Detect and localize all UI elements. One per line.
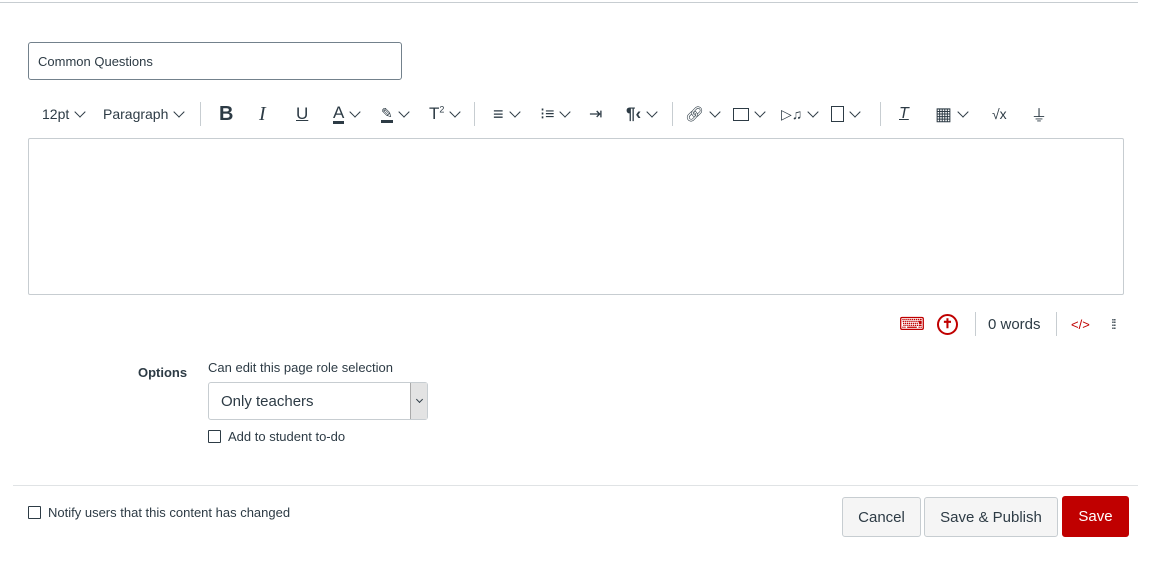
chevron-down-icon xyxy=(849,105,861,118)
accessibility-checker-button[interactable]: ✝ xyxy=(937,312,958,336)
save-publish-button[interactable]: Save & Publish xyxy=(924,497,1058,537)
align-button[interactable]: ≡ xyxy=(493,100,521,128)
text-direction-icon: ¶‹ xyxy=(626,104,642,123)
align-icon: ≡ xyxy=(493,103,504,124)
chevron-down-icon xyxy=(508,105,521,118)
table-icon: ▦ xyxy=(935,103,953,124)
highlight-icon: ✎ xyxy=(381,104,393,123)
page-title-input[interactable] xyxy=(28,42,402,80)
media-icon: ▷♫ xyxy=(781,105,803,122)
block-format-value: Paragraph xyxy=(103,106,169,122)
toolbar-separator xyxy=(200,102,201,126)
options-label: Options xyxy=(138,365,188,380)
table-button[interactable]: ▦ xyxy=(935,100,969,128)
word-count: 0 words xyxy=(988,315,1041,333)
accessibility-icon: ✝ xyxy=(937,313,958,335)
equation-icon[interactable]: √x xyxy=(992,100,1007,128)
font-size-dropdown[interactable]: 12pt xyxy=(42,100,86,128)
chevron-down-icon xyxy=(754,105,766,118)
status-separator xyxy=(1056,312,1057,336)
rich-content-editor[interactable] xyxy=(28,138,1124,295)
block-format-dropdown[interactable]: Paragraph xyxy=(103,100,186,128)
plugin-icon[interactable]: ⏚ xyxy=(1031,100,1047,128)
todo-checkbox[interactable] xyxy=(208,430,221,443)
toolbar-separator xyxy=(474,102,475,126)
chevron-down-icon xyxy=(74,105,86,118)
top-divider xyxy=(0,2,1138,3)
chevron-down-icon xyxy=(173,105,186,118)
resize-handle-icon[interactable]: ⁞⁞ xyxy=(1111,312,1117,336)
list-icon: ⁝≡ xyxy=(540,106,555,123)
text-color-button[interactable]: A xyxy=(333,100,362,128)
html-editor-icon[interactable]: </> xyxy=(1071,312,1090,336)
italic-icon[interactable]: I xyxy=(259,100,266,128)
image-button[interactable] xyxy=(733,100,766,128)
bold-icon[interactable]: B xyxy=(219,100,233,128)
cancel-button[interactable]: Cancel xyxy=(842,497,921,537)
role-select[interactable]: Only teachers xyxy=(208,382,428,420)
image-icon xyxy=(733,107,749,121)
role-selected-value: Only teachers xyxy=(221,393,314,410)
select-arrow xyxy=(410,383,427,419)
document-button[interactable] xyxy=(831,100,861,128)
indent-icon[interactable]: ⇥ xyxy=(589,100,602,128)
superscript-button[interactable]: T2 xyxy=(429,100,462,128)
save-button[interactable]: Save xyxy=(1062,496,1129,537)
list-button[interactable]: ⁝≡ xyxy=(540,100,572,128)
link-button[interactable]: 🔗︎ xyxy=(685,100,721,128)
todo-checkbox-row[interactable]: Add to student to-do xyxy=(208,429,345,444)
chevron-down-icon xyxy=(646,105,658,118)
clear-formatting-icon[interactable]: T xyxy=(899,100,909,128)
highlight-button[interactable]: ✎ xyxy=(381,100,410,128)
chevron-down-icon xyxy=(559,105,572,118)
document-icon xyxy=(831,106,844,122)
notify-label: Notify users that this content has chang… xyxy=(48,505,291,520)
notify-checkbox-row[interactable]: Notify users that this content has chang… xyxy=(28,505,290,520)
font-size-value: 12pt xyxy=(42,106,70,122)
role-selection-label: Can edit this page role selection xyxy=(208,360,394,375)
chevron-down-icon xyxy=(398,105,410,118)
superscript-icon: T2 xyxy=(429,104,445,123)
todo-label: Add to student to-do xyxy=(228,429,346,444)
toolbar-separator xyxy=(672,102,673,126)
underline-icon[interactable]: U xyxy=(296,100,308,128)
chevron-down-icon xyxy=(449,105,462,118)
notify-checkbox[interactable] xyxy=(28,506,41,519)
chevron-down-icon xyxy=(807,105,819,118)
link-icon: 🔗︎ xyxy=(685,106,705,123)
text-color-icon: A xyxy=(333,102,345,124)
text-direction-button[interactable]: ¶‹ xyxy=(626,100,658,128)
chevron-down-icon xyxy=(349,105,362,118)
status-separator xyxy=(975,312,976,336)
chevron-down-icon xyxy=(709,105,721,118)
media-button[interactable]: ▷♫ xyxy=(781,100,819,128)
chevron-down-icon xyxy=(957,105,969,118)
footer-divider xyxy=(13,485,1138,486)
chevron-down-icon xyxy=(415,395,423,404)
toolbar-separator xyxy=(880,102,881,126)
keyboard-shortcuts-icon[interactable]: ⌨ xyxy=(899,312,925,336)
